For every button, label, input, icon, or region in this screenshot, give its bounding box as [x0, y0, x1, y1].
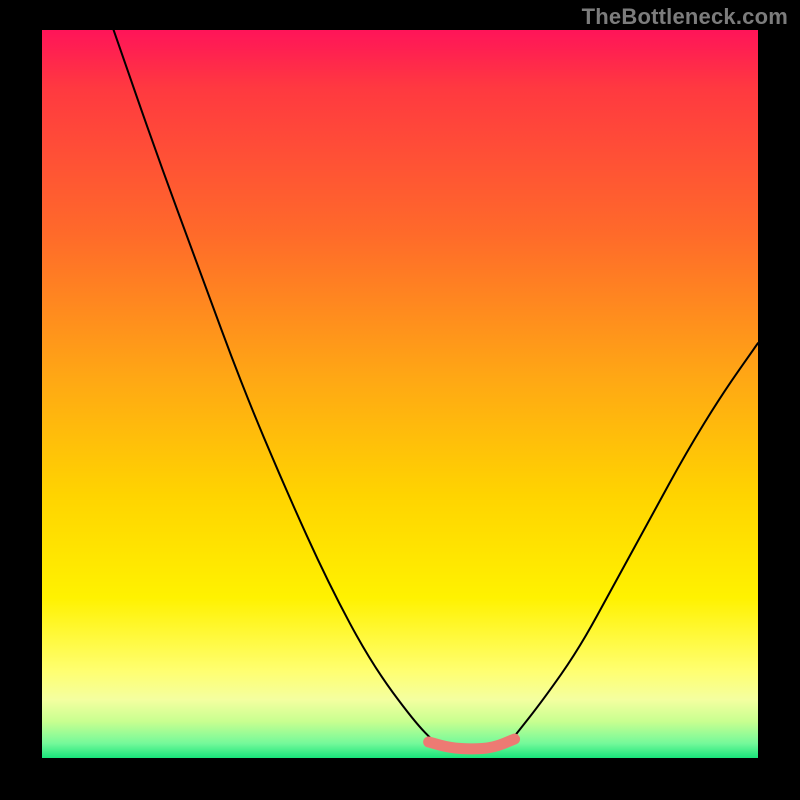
curve-layer [42, 30, 758, 758]
chart-frame: TheBottleneck.com [0, 0, 800, 800]
watermark-text: TheBottleneck.com [582, 4, 788, 30]
series-right-arm [515, 343, 758, 736]
plot-area [42, 30, 758, 758]
series-flat-bottom-highlight [429, 739, 515, 749]
series-left-arm [114, 30, 436, 743]
